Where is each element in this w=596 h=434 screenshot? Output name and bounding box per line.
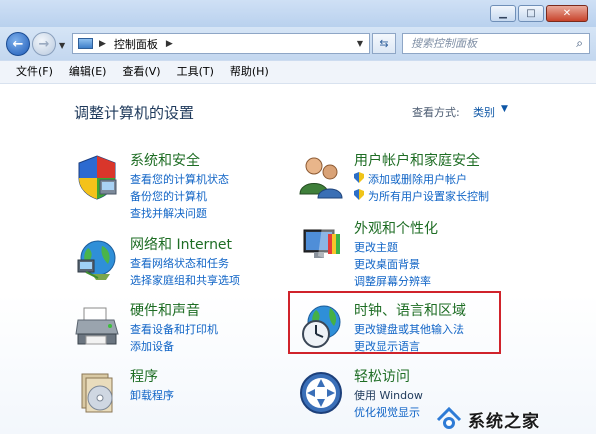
arrow-left-icon: ← — [12, 36, 24, 52]
breadcrumb-chevron-icon[interactable]: ▶ — [166, 39, 173, 49]
appearance-monitor-icon — [303, 226, 342, 262]
refresh-button[interactable]: ⇆ — [372, 33, 396, 54]
category-title-network-internet[interactable]: 网络和 Internet — [130, 234, 232, 254]
category-title-user-accounts[interactable]: 用户帐户和家庭安全 — [354, 150, 480, 170]
link-adjust-resolution[interactable]: 调整屏幕分辨率 — [354, 273, 431, 289]
search-icon[interactable]: ⌕ — [576, 36, 583, 51]
breadcrumb-control-panel[interactable]: 控制面板 — [114, 36, 158, 52]
view-by-label: 查看方式: — [412, 106, 460, 119]
menu-bar: 文件(F) 编辑(E) 查看(V) 工具(T) 帮助(H) — [0, 60, 596, 84]
search-box[interactable]: ⌕ — [402, 33, 590, 54]
link-parental-controls[interactable]: 为所有用户设置家长控制 — [354, 188, 489, 204]
menu-tools[interactable]: 工具(T) — [169, 61, 222, 83]
content-area: 调整计算机的设置 查看方式: 类别 ▼ 系统和安全 查看您的计算机状态 备份您的… — [0, 84, 596, 434]
control-panel-window: ▁ □ ✕ ← → ▼ ▶ 控制面板 ▶ ▼ ⇆ ⌕ 文件(F) 编辑(E) — [0, 0, 596, 434]
menu-help[interactable]: 帮助(H) — [222, 61, 277, 83]
address-bar[interactable]: ▶ 控制面板 ▶ ▼ — [72, 33, 370, 54]
link-use-windows-suggestions[interactable]: 使用 Window — [354, 387, 423, 403]
network-globe-icon — [77, 240, 116, 280]
link-troubleshoot[interactable]: 查找并解决问题 — [130, 205, 207, 221]
printer-icon — [75, 307, 119, 345]
link-uninstall-program[interactable]: 卸载程序 — [130, 387, 174, 403]
link-optimize-visual-display[interactable]: 优化视觉显示 — [354, 404, 420, 420]
view-by-dropdown[interactable]: 类别 — [473, 104, 495, 120]
link-homegroup-sharing[interactable]: 选择家庭组和共享选项 — [130, 272, 240, 288]
shield-icon — [78, 155, 117, 200]
link-change-theme[interactable]: 更改主题 — [354, 239, 398, 255]
arrow-right-icon: → — [38, 36, 50, 52]
category-title-hardware-sound[interactable]: 硬件和声音 — [130, 300, 200, 320]
minimize-button[interactable]: ▁ — [490, 5, 516, 22]
link-view-computer-status[interactable]: 查看您的计算机状态 — [130, 171, 229, 187]
link-add-remove-accounts[interactable]: 添加或删除用户帐户 — [354, 171, 467, 187]
category-title-system-security[interactable]: 系统和安全 — [130, 150, 200, 170]
link-view-network-status[interactable]: 查看网络状态和任务 — [130, 255, 229, 271]
watermark-logo-icon — [436, 406, 462, 429]
category-title-programs[interactable]: 程序 — [130, 366, 158, 386]
maximize-button[interactable]: □ — [518, 5, 544, 22]
link-change-desktop-background[interactable]: 更改桌面背景 — [354, 256, 420, 272]
breadcrumb-separator-icon[interactable]: ▶ — [99, 39, 106, 49]
programs-disc-icon — [81, 373, 113, 413]
watermark: 系统之家 — [428, 404, 596, 434]
address-row: ← → ▼ ▶ 控制面板 ▶ ▼ ⇆ ⌕ — [0, 27, 596, 60]
address-dropdown-icon[interactable]: ▼ — [357, 39, 363, 48]
uac-shield-icon — [354, 172, 364, 183]
menu-edit[interactable]: 编辑(E) — [61, 61, 115, 83]
view-by-dropdown-arrow-icon[interactable]: ▼ — [501, 104, 508, 114]
link-add-remove-accounts-label: 添加或删除用户帐户 — [368, 173, 467, 186]
close-button[interactable]: ✕ — [546, 5, 588, 22]
page-title: 调整计算机的设置 — [74, 104, 195, 122]
highlight-box — [288, 291, 501, 354]
window-controls: ▁ □ ✕ — [490, 5, 588, 22]
back-button[interactable]: ← — [6, 32, 30, 56]
title-bar: ▁ □ ✕ — [0, 0, 596, 27]
category-title-ease-of-access[interactable]: 轻松访问 — [354, 366, 410, 386]
link-add-device[interactable]: 添加设备 — [130, 338, 174, 354]
watermark-text: 系统之家 — [468, 412, 540, 432]
category-title-appearance[interactable]: 外观和个性化 — [354, 218, 438, 238]
link-devices-printers[interactable]: 查看设备和打印机 — [130, 321, 218, 337]
refresh-icon: ⇆ — [379, 37, 389, 50]
forward-button[interactable]: → — [32, 32, 56, 56]
users-icon — [299, 157, 343, 199]
recent-pages-dropdown-icon[interactable]: ▼ — [59, 41, 65, 50]
link-backup-computer[interactable]: 备份您的计算机 — [130, 188, 207, 204]
menu-view[interactable]: 查看(V) — [114, 61, 168, 83]
search-input[interactable] — [409, 36, 563, 51]
link-parental-controls-label: 为所有用户设置家长控制 — [368, 190, 489, 203]
ease-of-access-icon — [300, 372, 342, 414]
control-panel-icon — [78, 38, 93, 49]
menu-file[interactable]: 文件(F) — [8, 61, 61, 83]
uac-shield-icon — [354, 189, 364, 200]
